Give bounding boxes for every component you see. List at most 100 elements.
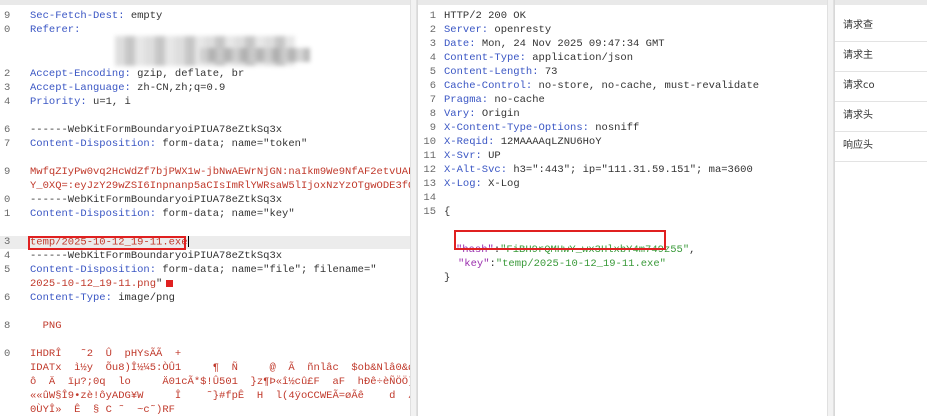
- request-line: 2025-10-12_19-11.png": [0, 278, 410, 291]
- header-name: Accept-Encoding:: [30, 68, 131, 80]
- body-text: ------WebKitFormBoundaryoiPIUA78eZtkSq3x: [30, 194, 283, 206]
- body-value: MwfqZIyPw0vq2HcWdZf7bjPWX1w-jbNwAEWrNjGN…: [30, 166, 410, 178]
- request-tab-strip: [0, 0, 410, 5]
- line-content: IHDRÎ ˜2 Û pHYsÃÃ +: [30, 348, 181, 361]
- header-value: form-data; name="key": [156, 208, 295, 220]
- line-content: Pragma: no-cache: [444, 94, 545, 107]
- request-line: 0ÙYÎ» Ê § C ˜ ~c˜)RF: [0, 404, 410, 416]
- sidebar-item[interactable]: 请求co: [843, 76, 875, 96]
- line-content: Content-Disposition: form-data; name="to…: [30, 138, 307, 151]
- request-line: 5 Content-Disposition: form-data; name="f…: [0, 264, 410, 277]
- highlight-box-request-key: [28, 236, 186, 250]
- line-content: X-Log: X-Log: [444, 178, 520, 191]
- response-line: 9 X-Content-Type-Options: nosniff: [418, 122, 827, 135]
- header-name: Accept-Language:: [30, 82, 131, 94]
- request-line: 2 Accept-Encoding: gzip, deflate, br: [0, 68, 410, 81]
- header-name: Content-Disposition:: [30, 138, 157, 150]
- line-number: 6: [4, 124, 11, 136]
- line-content: HTTP/2 200 OK: [444, 10, 526, 23]
- body-value: 2025-10-12_19-11.png: [30, 278, 157, 290]
- header-value: Mon, 24 Nov 2025 09:47:34 GMT: [475, 38, 665, 50]
- line-number: 4: [4, 96, 11, 108]
- response-tab-strip: [418, 0, 827, 5]
- line-content: X-Content-Type-Options: nosniff: [444, 122, 639, 135]
- body-value: PNG: [30, 320, 62, 332]
- line-number: 2: [429, 24, 436, 36]
- header-value: gzip, deflate, br: [130, 68, 245, 80]
- header-value: openresty: [488, 24, 552, 36]
- line-number: 9: [4, 10, 11, 22]
- sidebar-item[interactable]: 请求查: [843, 16, 873, 36]
- marker-icon: [166, 279, 174, 287]
- sidebar-separator: [835, 101, 927, 102]
- sidebar-item[interactable]: 响应头: [843, 136, 873, 156]
- sidebar-item[interactable]: 请求头: [843, 106, 873, 126]
- line-number: 0: [4, 348, 11, 360]
- header-value: form-data; name="file"; filename=": [156, 264, 377, 276]
- line-content: X-Reqid: 12MAAAAqLZNU6HoY: [444, 136, 602, 149]
- header-value: no-cache: [488, 94, 545, 106]
- request-line: ««ûW§Î9•zè!ôyADG¥W Î ˜}#fpÊ H l(4ÿoCCWEÃ…: [0, 390, 410, 403]
- line-number: 3: [4, 82, 11, 94]
- request-editor[interactable]: 9 Sec-Fetch-Dest: empty 0 Referer: 2 Accept-E…: [0, 0, 410, 416]
- redacted-referer-2: [200, 48, 310, 62]
- line-number: 1: [4, 208, 11, 220]
- line-content: IDATx ì½y Õu8)Î½¼5:ÒÛ1 ¶ Ñ @ Ã ñnlâc $ob…: [30, 362, 410, 375]
- header-value: UP: [481, 150, 501, 162]
- line-content: Accept-Encoding: gzip, deflate, br: [30, 68, 244, 81]
- header-value: 73: [538, 66, 558, 78]
- sidebar-item[interactable]: 请求主: [843, 46, 873, 66]
- response-line: 1 HTTP/2 200 OK: [418, 10, 827, 23]
- pane-divider[interactable]: [410, 0, 417, 416]
- header-name: Content-Disposition:: [30, 264, 157, 276]
- request-line: 1 Content-Disposition: form-data; name="k…: [0, 208, 410, 221]
- request-line: 9 Sec-Fetch-Dest: empty: [0, 10, 410, 23]
- line-number: 5: [429, 66, 436, 78]
- header-value: empty: [124, 10, 163, 22]
- sidebar-separator: [835, 71, 927, 72]
- line-content: Priority: u=1, i: [30, 96, 131, 109]
- header-name: X-Svr:: [444, 150, 482, 162]
- line-number: 14: [423, 192, 436, 204]
- response-line: 5 Content-Length: 73: [418, 66, 827, 79]
- line-number: 8: [4, 320, 11, 332]
- line-content: Accept-Language: zh-CN,zh;q=0.9: [30, 82, 225, 95]
- line-number: 6: [429, 80, 436, 92]
- response-line: 7 Pragma: no-cache: [418, 94, 827, 107]
- header-name: Date:: [444, 38, 476, 50]
- header-name: Server:: [444, 24, 489, 36]
- header-name: Content-Type:: [30, 292, 112, 304]
- line-content: Content-Disposition: form-data; name="fi…: [30, 264, 377, 277]
- line-number: 8: [429, 108, 436, 120]
- body-suffix: ": [156, 278, 163, 290]
- line-number: 2: [4, 68, 11, 80]
- header-value: zh-CN,zh;q=0.9: [130, 82, 226, 94]
- line-number: 4: [429, 52, 436, 64]
- header-name: Pragma:: [444, 94, 489, 106]
- line-content: Referer:: [30, 24, 80, 37]
- request-line: 9 MwfqZIyPw0vq2HcWdZf7bjPWX1w-jbNwAEWrNjG…: [0, 166, 410, 179]
- pane-divider-2[interactable]: [827, 0, 834, 416]
- line-content: Content-Length: 73: [444, 66, 557, 79]
- response-line: 14: [418, 192, 827, 205]
- request-line: 8 PNG: [0, 320, 410, 333]
- header-name: Content-Type:: [444, 52, 526, 64]
- body-value: Y_0XQ=:eyJzY29wZSI6Inpnanp5aCIsImRlYWRsa…: [30, 180, 410, 192]
- body-value: ««ûW§Î9•zè!ôyADG¥W Î ˜}#fpÊ H l(4ÿoCCWEÃ…: [30, 390, 410, 402]
- header-name: Referer:: [30, 24, 81, 36]
- line-number: 0: [4, 194, 11, 206]
- line-content: X-Alt-Svc: h3=":443"; ip="111.31.59.151"…: [444, 164, 753, 177]
- line-content: Cache-Control: no-store, no-cache, must-…: [444, 80, 759, 93]
- line-content: ô Ä ïµ?;0q lo Ä01cÃ*$!Û501 }z¶Þ«î½cû£F a…: [30, 376, 410, 389]
- line-content: PNG: [30, 320, 62, 333]
- line-number: 6: [4, 292, 11, 304]
- header-name: X-Reqid:: [444, 136, 495, 148]
- line-number: 3: [4, 236, 11, 248]
- line-number: 11: [423, 150, 436, 162]
- line-content: 0ÙYÎ» Ê § C ˜ ~c˜)RF: [30, 404, 175, 416]
- response-line: 6 Cache-Control: no-store, no-cache, must…: [418, 80, 827, 93]
- line-content: Sec-Fetch-Dest: empty: [30, 10, 162, 23]
- line-content: Server: openresty: [444, 24, 551, 37]
- response-viewer[interactable]: 1 HTTP/2 200 OK 2 Server: openresty 3 Date: M…: [417, 0, 827, 416]
- response-line: 3 Date: Mon, 24 Nov 2025 09:47:34 GMT: [418, 38, 827, 51]
